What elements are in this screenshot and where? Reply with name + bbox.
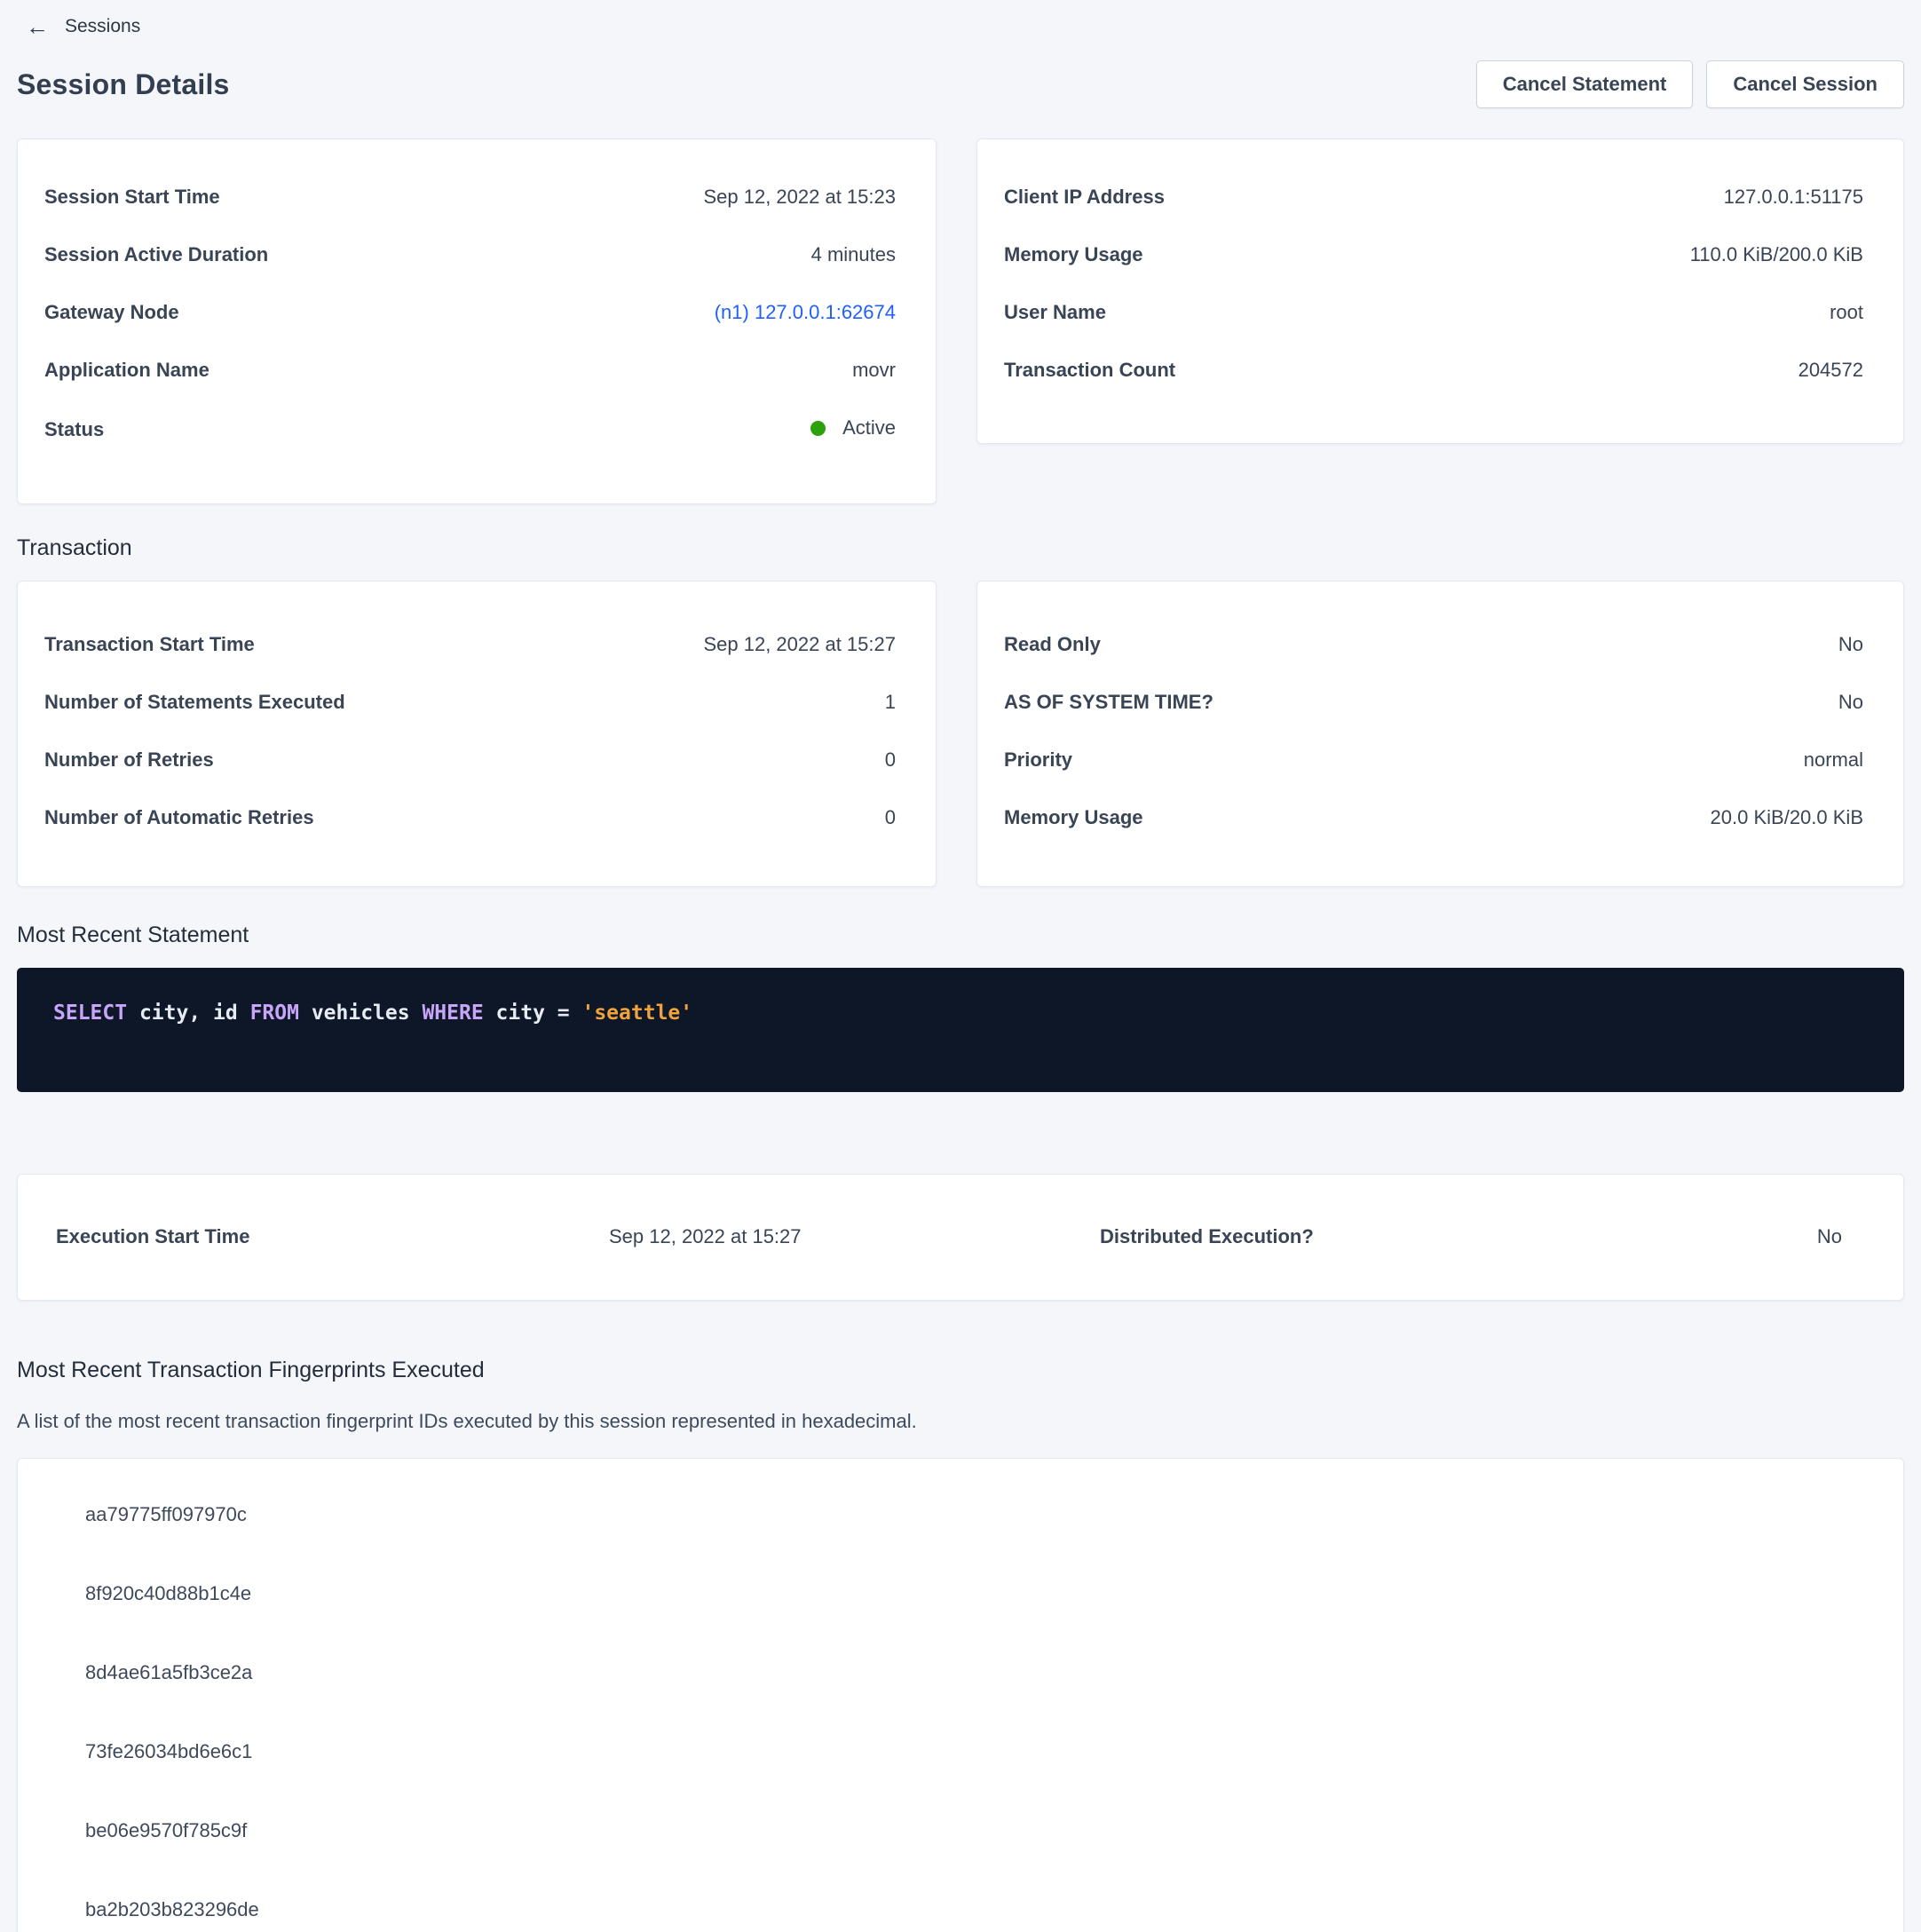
- statement-section-heading: Most Recent Statement: [17, 922, 1904, 948]
- transaction-right-card: Read Only No AS OF SYSTEM TIME? No Prior…: [976, 581, 1904, 887]
- row-label: Status: [44, 418, 104, 441]
- cancel-statement-button[interactable]: Cancel Statement: [1476, 60, 1694, 108]
- session-overview-row: Session Start Time Sep 12, 2022 at 15:23…: [17, 139, 1904, 504]
- sql-statement-block: SELECT city, id FROM vehicles WHERE city…: [17, 968, 1904, 1092]
- row-value: 0: [885, 806, 896, 829]
- info-row-session-active-duration: Session Active Duration 4 minutes: [44, 243, 896, 266]
- row-value: movr: [852, 359, 896, 382]
- row-value: Sep 12, 2022 at 15:23: [703, 186, 896, 209]
- transaction-cards-row: Transaction Start Time Sep 12, 2022 at 1…: [17, 581, 1904, 887]
- distributed-execution-value: No: [1817, 1225, 1842, 1248]
- row-label: Transaction Start Time: [44, 633, 255, 656]
- row-label: AS OF SYSTEM TIME?: [1004, 691, 1213, 714]
- row-label: Application Name: [44, 359, 209, 382]
- session-details-page: ← Sessions Session Details Cancel Statem…: [0, 0, 1921, 1932]
- fingerprint-item: 73fe26034bd6e6c1: [85, 1740, 1868, 1763]
- fingerprints-card: aa79775ff097970c 8f920c40d88b1c4e 8d4ae6…: [17, 1458, 1904, 1932]
- row-label: Priority: [1004, 748, 1072, 772]
- row-label: Transaction Count: [1004, 359, 1175, 382]
- fingerprints-description: A list of the most recent transaction fi…: [17, 1410, 1904, 1433]
- fingerprint-item: ba2b203b823296de: [85, 1898, 1868, 1921]
- sql-token-keyword: WHERE: [422, 1002, 483, 1025]
- sql-token-keyword: SELECT: [53, 1002, 127, 1025]
- row-label: Number of Retries: [44, 748, 214, 772]
- session-info-card: Session Start Time Sep 12, 2022 at 15:23…: [17, 139, 937, 504]
- page-header: Session Details Cancel Statement Cancel …: [17, 60, 1904, 108]
- status-badge: Active: [810, 416, 896, 439]
- transaction-left-card: Transaction Start Time Sep 12, 2022 at 1…: [17, 581, 937, 887]
- row-value: 1: [885, 691, 896, 714]
- status-active-dot-icon: [810, 421, 826, 436]
- row-label: Gateway Node: [44, 301, 179, 324]
- info-row-application-name: Application Name movr: [44, 359, 896, 382]
- row-label: Session Start Time: [44, 186, 220, 209]
- row-value: No: [1838, 691, 1863, 714]
- sql-token-plain: vehicles: [299, 1002, 422, 1025]
- execution-start-time-label: Execution Start Time: [56, 1225, 609, 1248]
- info-row-txn-memory-usage: Memory Usage 20.0 KiB/20.0 KiB: [1004, 806, 1863, 829]
- info-row-transaction-count: Transaction Count 204572: [1004, 359, 1863, 382]
- info-row-statements-executed: Number of Statements Executed 1: [44, 691, 896, 714]
- info-row-priority: Priority normal: [1004, 748, 1863, 772]
- info-row-gateway-node: Gateway Node (n1) 127.0.0.1:62674: [44, 301, 896, 324]
- execution-start-time-value: Sep 12, 2022 at 15:27: [609, 1225, 1100, 1248]
- fingerprints-section-heading: Most Recent Transaction Fingerprints Exe…: [17, 1358, 1904, 1383]
- client-info-card: Client IP Address 127.0.0.1:51175 Memory…: [976, 139, 1904, 444]
- row-value: 0: [885, 748, 896, 772]
- gateway-node-link[interactable]: (n1) 127.0.0.1:62674: [715, 301, 896, 324]
- info-row-client-ip: Client IP Address 127.0.0.1:51175: [1004, 186, 1863, 209]
- row-label: User Name: [1004, 301, 1106, 324]
- info-row-memory-usage: Memory Usage 110.0 KiB/200.0 KiB: [1004, 243, 1863, 266]
- info-row-automatic-retries: Number of Automatic Retries 0: [44, 806, 896, 829]
- execution-info-card: Execution Start Time Sep 12, 2022 at 15:…: [17, 1174, 1904, 1301]
- cancel-session-button[interactable]: Cancel Session: [1706, 60, 1904, 108]
- status-text: Active: [842, 416, 896, 439]
- row-label: Session Active Duration: [44, 243, 268, 266]
- row-value: No: [1838, 633, 1863, 656]
- row-label: Memory Usage: [1004, 243, 1143, 266]
- page-title: Session Details: [17, 68, 230, 101]
- row-label: Number of Automatic Retries: [44, 806, 314, 829]
- distributed-execution-label: Distributed Execution?: [1100, 1225, 1817, 1248]
- row-value: normal: [1804, 748, 1863, 772]
- info-row-status: Status Active: [44, 416, 896, 441]
- header-actions: Cancel Statement Cancel Session: [1476, 60, 1904, 108]
- transaction-section-heading: Transaction: [17, 535, 1904, 561]
- row-label: Client IP Address: [1004, 186, 1165, 209]
- info-row-retries: Number of Retries 0: [44, 748, 896, 772]
- row-label: Memory Usage: [1004, 806, 1143, 829]
- breadcrumb-label: Sessions: [65, 16, 140, 37]
- info-row-session-start-time: Session Start Time Sep 12, 2022 at 15:23: [44, 186, 896, 209]
- back-arrow-icon: ←: [26, 18, 49, 36]
- row-value: 4 minutes: [811, 243, 896, 266]
- row-value: 110.0 KiB/200.0 KiB: [1690, 243, 1863, 266]
- info-row-user-name: User Name root: [1004, 301, 1863, 324]
- info-row-transaction-start-time: Transaction Start Time Sep 12, 2022 at 1…: [44, 633, 896, 656]
- fingerprint-item: aa79775ff097970c: [85, 1503, 1868, 1526]
- info-row-as-of-system-time: AS OF SYSTEM TIME? No: [1004, 691, 1863, 714]
- row-label: Read Only: [1004, 633, 1101, 656]
- sql-token-string: 'seattle': [581, 1002, 692, 1025]
- row-value: 20.0 KiB/20.0 KiB: [1711, 806, 1863, 829]
- breadcrumb-back-sessions[interactable]: ← Sessions: [17, 9, 1904, 37]
- sql-token-plain: city, id: [127, 1002, 249, 1025]
- info-row-read-only: Read Only No: [1004, 633, 1863, 656]
- row-label: Number of Statements Executed: [44, 691, 345, 714]
- fingerprint-item: 8f920c40d88b1c4e: [85, 1582, 1868, 1605]
- row-value: 127.0.0.1:51175: [1724, 186, 1863, 209]
- sql-token-keyword: FROM: [250, 1002, 299, 1025]
- sql-token-plain: city =: [484, 1002, 582, 1025]
- fingerprint-item: 8d4ae61a5fb3ce2a: [85, 1661, 1868, 1684]
- row-value: 204572: [1798, 359, 1863, 382]
- row-value: root: [1830, 301, 1863, 324]
- fingerprint-item: be06e9570f785c9f: [85, 1819, 1868, 1842]
- row-value: Sep 12, 2022 at 15:27: [703, 633, 896, 656]
